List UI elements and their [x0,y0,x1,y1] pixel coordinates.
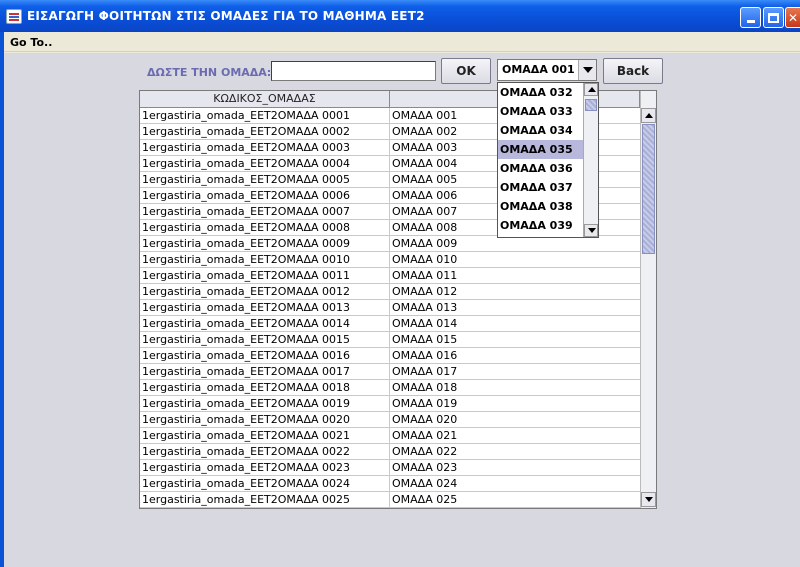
cell-code[interactable]: 1ergastiria_omada_EET2ΟΜΑΔΑ 0017 [140,364,390,379]
menu-goto[interactable]: Go To.. [10,36,52,49]
menu-bar: Go To.. [4,32,800,52]
group-input[interactable] [271,61,436,81]
close-button[interactable]: ✕ [785,7,800,28]
table-row[interactable]: 1ergastiria_omada_EET2ΟΜΑΔΑ 0022 ΟΜΑΔΑ 02… [140,444,640,460]
application-window: ΕΙΣΑΓΩΓΗ ΦΟΙΤΗΤΩΝ ΣΤΙΣ ΟΜΑΔΕΣ ΓΙΑ ΤΟ ΜΑΘ… [0,0,800,567]
table-row[interactable]: 1ergastiria_omada_EET2ΟΜΑΔΑ 0024 ΟΜΑΔΑ 02… [140,476,640,492]
cell-group[interactable]: ΟΜΑΔΑ 012 [390,284,640,299]
cell-code[interactable]: 1ergastiria_omada_EET2ΟΜΑΔΑ 0009 [140,236,390,251]
cell-group[interactable]: ΟΜΑΔΑ 024 [390,476,640,491]
table-row[interactable]: 1ergastiria_omada_EET2ΟΜΑΔΑ 0014 ΟΜΑΔΑ 01… [140,316,640,332]
cell-code[interactable]: 1ergastiria_omada_EET2ΟΜΑΔΑ 0015 [140,332,390,347]
cell-code[interactable]: 1ergastiria_omada_EET2ΟΜΑΔΑ 0007 [140,204,390,219]
cell-code[interactable]: 1ergastiria_omada_EET2ΟΜΑΔΑ 0011 [140,268,390,283]
cell-code[interactable]: 1ergastiria_omada_EET2ΟΜΑΔΑ 0024 [140,476,390,491]
table-row[interactable]: 1ergastiria_omada_EET2ΟΜΑΔΑ 0025 ΟΜΑΔΑ 02… [140,492,640,508]
dropdown-option[interactable]: ΟΜΑΔΑ 033 [498,102,583,121]
minimize-button[interactable] [740,7,761,28]
cell-group[interactable]: ΟΜΑΔΑ 020 [390,412,640,427]
cell-code[interactable]: 1ergastiria_omada_EET2ΟΜΑΔΑ 0006 [140,188,390,203]
table-row[interactable]: 1ergastiria_omada_EET2ΟΜΑΔΑ 0020 ΟΜΑΔΑ 02… [140,412,640,428]
table-row[interactable]: 1ergastiria_omada_EET2ΟΜΑΔΑ 0012 ΟΜΑΔΑ 01… [140,284,640,300]
table-row[interactable]: 1ergastiria_omada_EET2ΟΜΑΔΑ 0021 ΟΜΑΔΑ 02… [140,428,640,444]
cell-code[interactable]: 1ergastiria_omada_EET2ΟΜΑΔΑ 0005 [140,172,390,187]
minimize-icon [746,20,755,23]
cell-code[interactable]: 1ergastiria_omada_EET2ΟΜΑΔΑ 0002 [140,124,390,139]
maximize-button[interactable] [763,7,784,28]
table-row[interactable]: 1ergastiria_omada_EET2ΟΜΑΔΑ 0013 ΟΜΑΔΑ 01… [140,300,640,316]
scroll-down-icon[interactable] [584,224,598,237]
dropdown-option[interactable]: ΟΜΑΔΑ 039 [498,216,583,235]
cell-group[interactable]: ΟΜΑΔΑ 017 [390,364,640,379]
cell-code[interactable]: 1ergastiria_omada_EET2ΟΜΑΔΑ 0001 [140,108,390,123]
chevron-down-icon[interactable] [578,60,596,80]
back-button[interactable]: Back [603,58,663,84]
cell-group[interactable]: ΟΜΑΔΑ 010 [390,252,640,267]
ok-button[interactable]: OK [441,58,491,84]
content-panel: ΔΩΣΤΕ ΤΗΝ ΟΜΑΔΑ: OK ΟΜΑΔΑ 001 Back ΚΩΔΙΚ… [4,53,800,567]
cell-group[interactable]: ΟΜΑΔΑ 011 [390,268,640,283]
cell-code[interactable]: 1ergastiria_omada_EET2ΟΜΑΔΑ 0014 [140,316,390,331]
cell-group[interactable]: ΟΜΑΔΑ 015 [390,332,640,347]
table-scrollbar[interactable] [640,91,656,508]
cell-group[interactable]: ΟΜΑΔΑ 023 [390,460,640,475]
cell-code[interactable]: 1ergastiria_omada_EET2ΟΜΑΔΑ 0016 [140,348,390,363]
table-row[interactable]: 1ergastiria_omada_EET2ΟΜΑΔΑ 0019 ΟΜΑΔΑ 01… [140,396,640,412]
cell-group[interactable]: ΟΜΑΔΑ 022 [390,444,640,459]
cell-code[interactable]: 1ergastiria_omada_EET2ΟΜΑΔΑ 0004 [140,156,390,171]
cell-group[interactable]: ΟΜΑΔΑ 019 [390,396,640,411]
cell-code[interactable]: 1ergastiria_omada_EET2ΟΜΑΔΑ 0003 [140,140,390,155]
window-title: ΕΙΣΑΓΩΓΗ ΦΟΙΤΗΤΩΝ ΣΤΙΣ ΟΜΑΔΕΣ ΓΙΑ ΤΟ ΜΑΘ… [27,9,425,23]
cell-code[interactable]: 1ergastiria_omada_EET2ΟΜΑΔΑ 0008 [140,220,390,235]
cell-group[interactable]: ΟΜΑΔΑ 018 [390,380,640,395]
scrollbar-thumb[interactable] [585,99,597,111]
cell-code[interactable]: 1ergastiria_omada_EET2ΟΜΑΔΑ 0023 [140,460,390,475]
app-window-icon[interactable] [6,9,22,24]
cell-group[interactable]: ΟΜΑΔΑ 009 [390,236,640,251]
cell-group[interactable]: ΟΜΑΔΑ 021 [390,428,640,443]
table-row[interactable]: 1ergastiria_omada_EET2ΟΜΑΔΑ 0016 ΟΜΑΔΑ 01… [140,348,640,364]
combobox-dropdown-list: ΟΜΑΔΑ 032 ΟΜΑΔΑ 033 ΟΜΑΔΑ 034 ΟΜΑΔΑ 035 ΟΜΑΔ… [497,82,599,238]
cell-code[interactable]: 1ergastiria_omada_EET2ΟΜΑΔΑ 0021 [140,428,390,443]
cell-group[interactable]: ΟΜΑΔΑ 025 [390,492,640,507]
cell-code[interactable]: 1ergastiria_omada_EET2ΟΜΑΔΑ 0020 [140,412,390,427]
dropdown-scrollbar[interactable] [583,83,598,237]
dropdown-option[interactable]: ΟΜΑΔΑ 035 [498,140,583,159]
close-icon: ✕ [787,10,799,25]
scroll-down-icon[interactable] [641,492,656,507]
title-bar[interactable]: ΕΙΣΑΓΩΓΗ ΦΟΙΤΗΤΩΝ ΣΤΙΣ ΟΜΑΔΕΣ ΓΙΑ ΤΟ ΜΑΘ… [0,0,800,32]
table-row[interactable]: 1ergastiria_omada_EET2ΟΜΑΔΑ 0017 ΟΜΑΔΑ 01… [140,364,640,380]
cell-group[interactable]: ΟΜΑΔΑ 016 [390,348,640,363]
dropdown-option[interactable]: ΟΜΑΔΑ 032 [498,83,583,102]
client-area: Go To.. ΔΩΣΤΕ ΤΗΝ ΟΜΑΔΑ: OK ΟΜΑΔΑ 001 Ba… [4,32,800,567]
cell-code[interactable]: 1ergastiria_omada_EET2ΟΜΑΔΑ 0013 [140,300,390,315]
table-row[interactable]: 1ergastiria_omada_EET2ΟΜΑΔΑ 0010 ΟΜΑΔΑ 01… [140,252,640,268]
combobox-value: ΟΜΑΔΑ 001 [502,63,575,76]
scroll-up-icon[interactable] [641,108,656,123]
table-row[interactable]: 1ergastiria_omada_EET2ΟΜΑΔΑ 0011 ΟΜΑΔΑ 01… [140,268,640,284]
dropdown-option[interactable]: ΟΜΑΔΑ 036 [498,159,583,178]
dropdown-option[interactable]: ΟΜΑΔΑ 038 [498,197,583,216]
table-row[interactable]: 1ergastiria_omada_EET2ΟΜΑΔΑ 0009 ΟΜΑΔΑ 00… [140,236,640,252]
table-row[interactable]: 1ergastiria_omada_EET2ΟΜΑΔΑ 0015 ΟΜΑΔΑ 01… [140,332,640,348]
group-label: ΔΩΣΤΕ ΤΗΝ ΟΜΑΔΑ: [147,66,272,79]
group-combobox[interactable]: ΟΜΑΔΑ 001 [497,59,597,81]
cell-code[interactable]: 1ergastiria_omada_EET2ΟΜΑΔΑ 0025 [140,492,390,507]
column-header-code[interactable]: ΚΩΔΙΚΟΣ_ΟΜΑΔΑΣ [140,91,390,107]
cell-code[interactable]: 1ergastiria_omada_EET2ΟΜΑΔΑ 0012 [140,284,390,299]
cell-group[interactable]: ΟΜΑΔΑ 013 [390,300,640,315]
table-row[interactable]: 1ergastiria_omada_EET2ΟΜΑΔΑ 0023 ΟΜΑΔΑ 02… [140,460,640,476]
dropdown-option[interactable]: ΟΜΑΔΑ 037 [498,178,583,197]
scrollbar-thumb[interactable] [642,124,655,254]
cell-code[interactable]: 1ergastiria_omada_EET2ΟΜΑΔΑ 0010 [140,252,390,267]
cell-code[interactable]: 1ergastiria_omada_EET2ΟΜΑΔΑ 0019 [140,396,390,411]
cell-code[interactable]: 1ergastiria_omada_EET2ΟΜΑΔΑ 0022 [140,444,390,459]
cell-group[interactable]: ΟΜΑΔΑ 014 [390,316,640,331]
cell-code[interactable]: 1ergastiria_omada_EET2ΟΜΑΔΑ 0018 [140,380,390,395]
table-row[interactable]: 1ergastiria_omada_EET2ΟΜΑΔΑ 0018 ΟΜΑΔΑ 01… [140,380,640,396]
dropdown-option[interactable]: ΟΜΑΔΑ 034 [498,121,583,140]
scroll-up-icon[interactable] [584,83,598,96]
maximize-icon [768,12,779,23]
